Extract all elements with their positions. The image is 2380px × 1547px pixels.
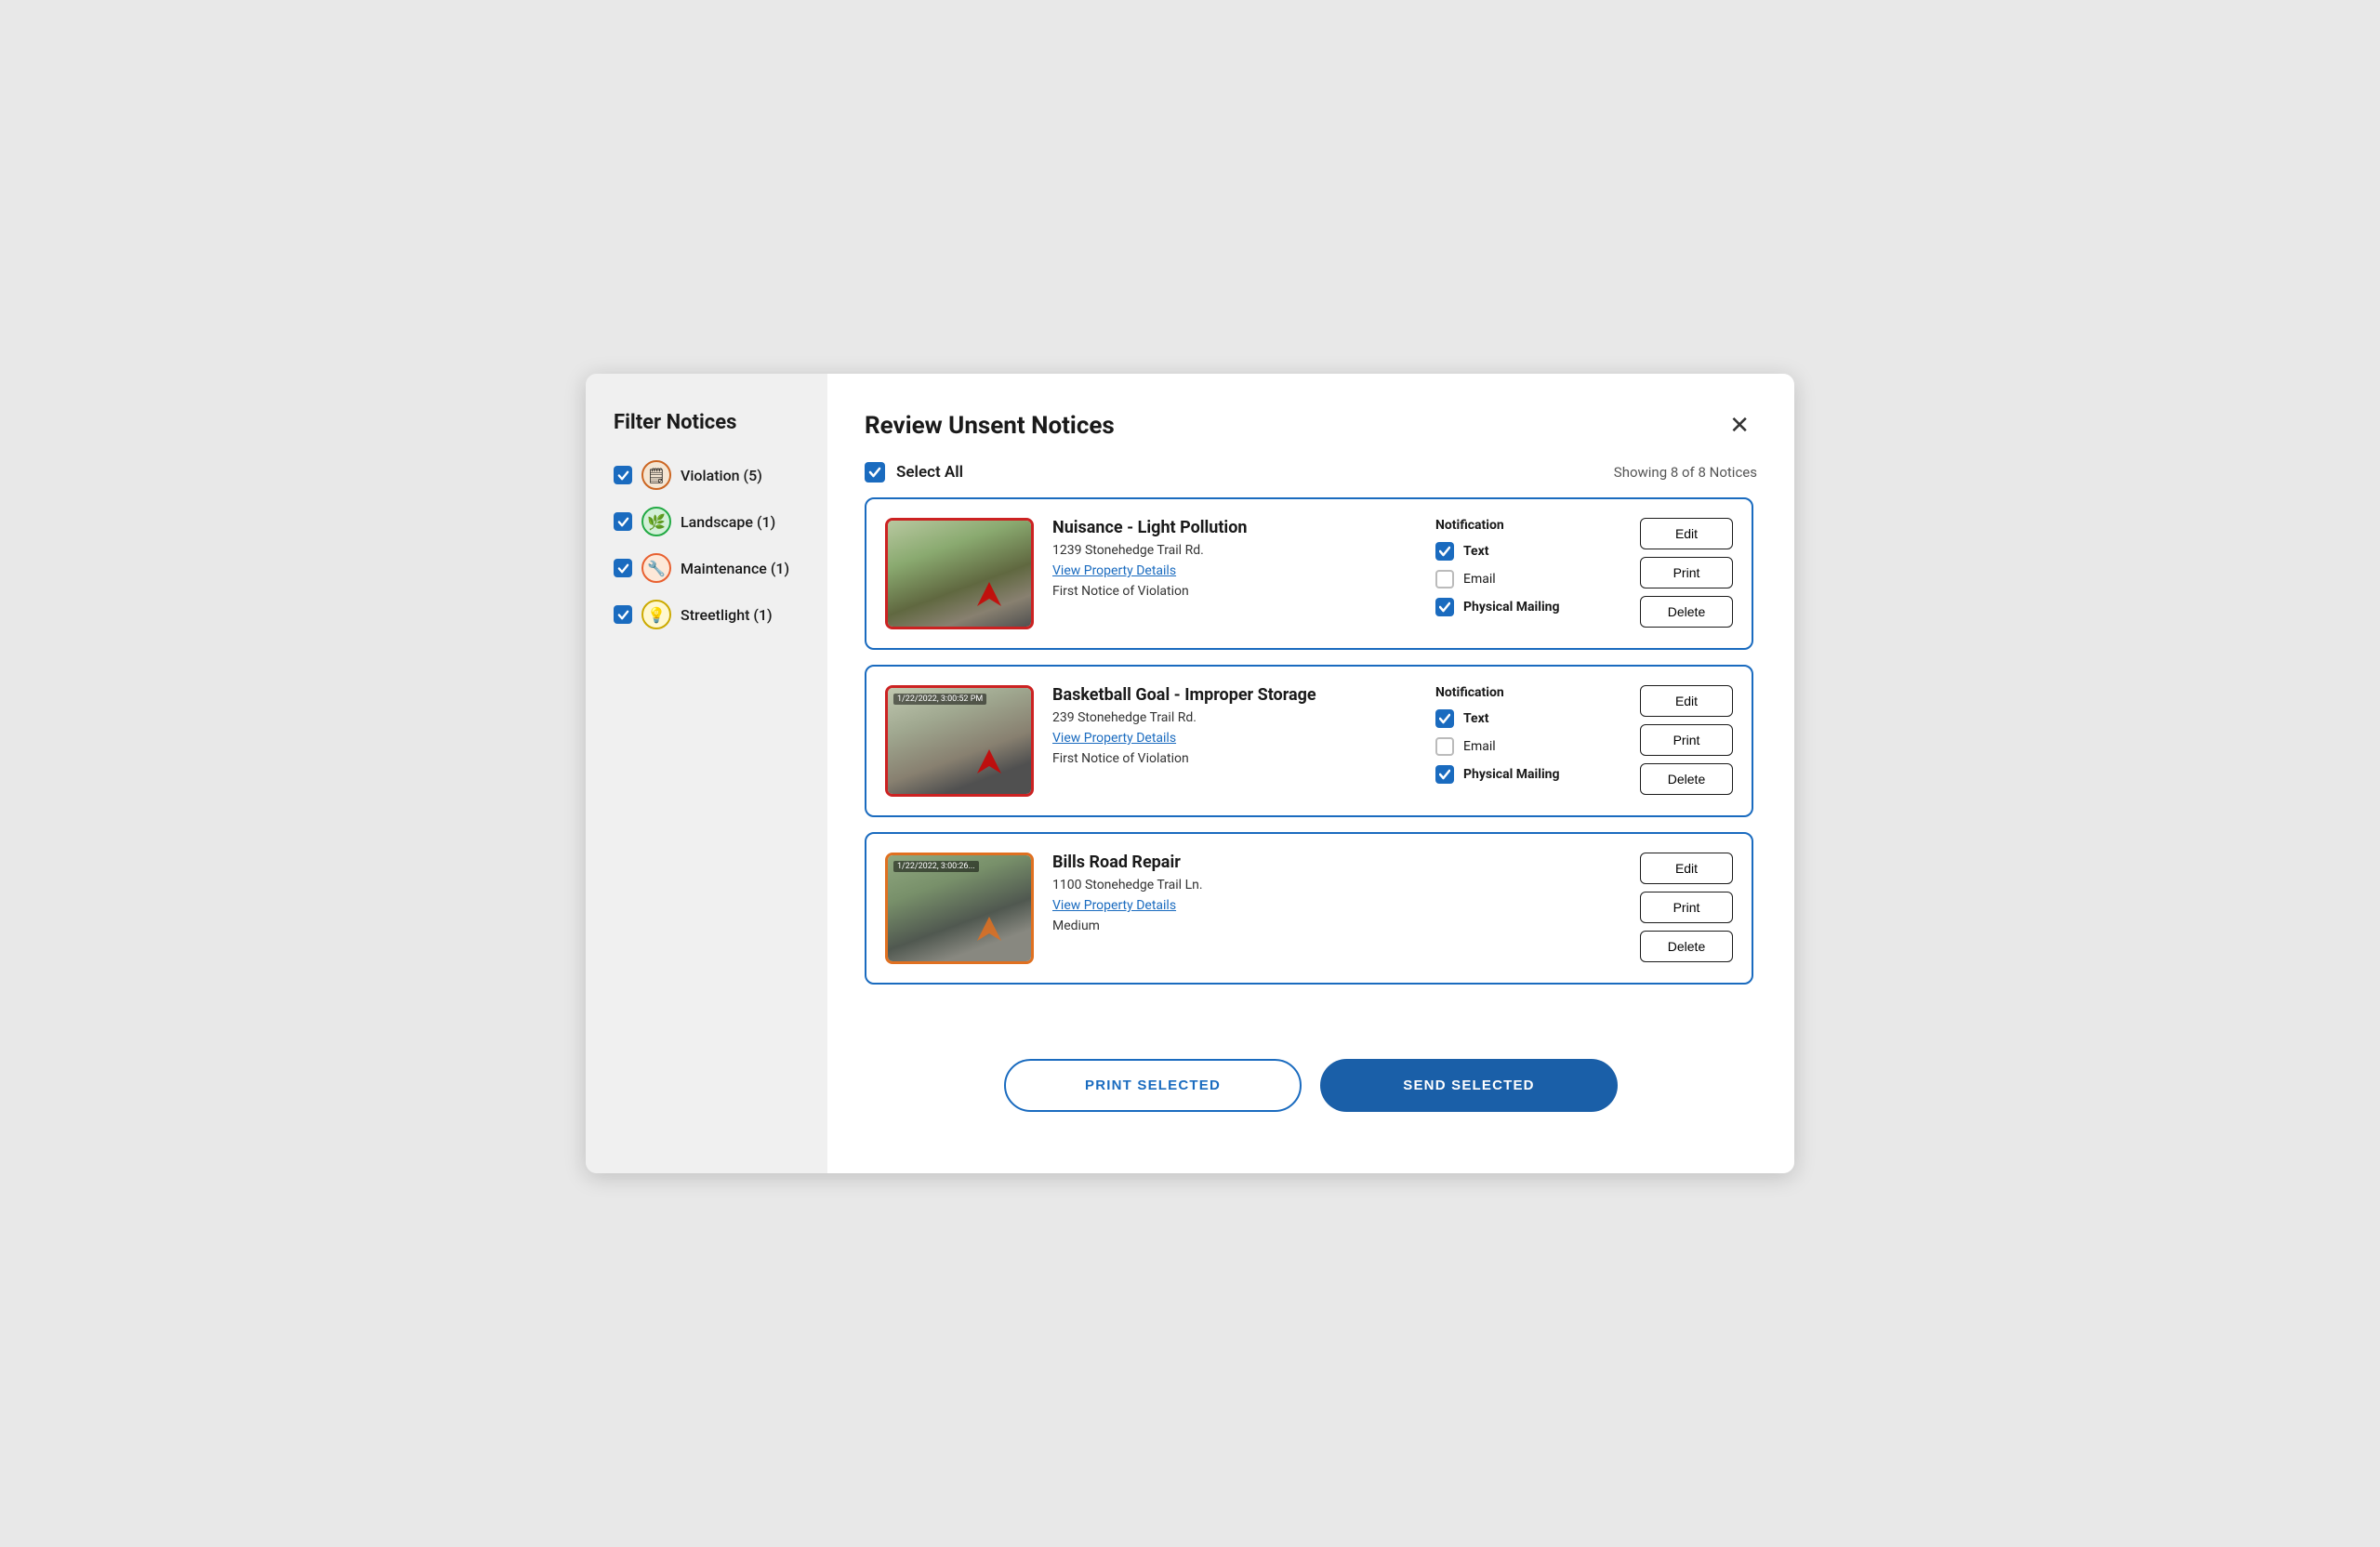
- notif-checkbox-checked-2-0[interactable]: [1435, 709, 1454, 728]
- modal-wrapper: Filter Notices 🗒 Violation (5) 🌿 Landscape …: [586, 374, 1794, 1173]
- filter-checkbox-maintenance[interactable]: [614, 559, 632, 577]
- filter-icon-maintenance: 🔧: [641, 553, 671, 583]
- notice-title-3: Bills Road Repair: [1052, 853, 1417, 872]
- select-all-left: Select All: [865, 462, 963, 483]
- notification-label-1: Notification: [1435, 518, 1621, 533]
- notice-card-2: 1/22/2022, 3:00:52 PM Basketball Goal - I…: [865, 665, 1753, 817]
- notice-arrow-icon-1: [975, 580, 1003, 608]
- filter-label-landscape: Landscape (1): [681, 513, 775, 531]
- notice-property-link-1[interactable]: View Property Details: [1052, 563, 1417, 578]
- notice-image-inner-2: 1/22/2022, 3:00:52 PM: [888, 688, 1031, 794]
- notice-info-1: Nuisance - Light Pollution 1239 Stonehedg…: [1052, 518, 1417, 599]
- notice-card-3: 1/22/2022, 3:00:26... Bills Road Repair 11…: [865, 832, 1753, 985]
- notif-row-1-1: Email: [1435, 570, 1621, 588]
- filter-icon-streetlight: 💡: [641, 600, 671, 629]
- filter-checkbox-violation[interactable]: [614, 466, 632, 484]
- notice-image-1: [885, 518, 1034, 629]
- notice-actions-1: Edit Print Delete: [1640, 518, 1733, 628]
- notice-notification-1: Notification Text Email Physical Mailing: [1435, 518, 1621, 626]
- notice-address-2: 239 Stonehedge Trail Rd.: [1052, 710, 1417, 725]
- notice-delete-button-3[interactable]: Delete: [1640, 931, 1733, 962]
- image-timestamp-2: 1/22/2022, 3:00:52 PM: [893, 694, 986, 705]
- notif-checkbox-checked-1-2[interactable]: [1435, 598, 1454, 616]
- notice-image-inner-1: [888, 521, 1031, 627]
- notice-info-3: Bills Road Repair 1100 Stonehedge Trail L…: [1052, 853, 1417, 933]
- notif-row-1-0: Text: [1435, 542, 1621, 561]
- notice-property-link-2[interactable]: View Property Details: [1052, 731, 1417, 746]
- select-all-checkbox[interactable]: [865, 462, 885, 483]
- notif-row-2-2: Physical Mailing: [1435, 765, 1621, 784]
- image-timestamp-3: 1/22/2022, 3:00:26...: [893, 861, 979, 872]
- notice-image-3: 1/22/2022, 3:00:26...: [885, 853, 1034, 964]
- main-content: Review Unsent Notices ✕ Select All Showi…: [827, 374, 1794, 1173]
- notice-property-link-3[interactable]: View Property Details: [1052, 898, 1417, 913]
- notif-label-2-2: Physical Mailing: [1463, 767, 1560, 782]
- notice-notification-2: Notification Text Email Physical Mailing: [1435, 685, 1621, 793]
- sidebar-filter-maintenance[interactable]: 🔧 Maintenance (1): [614, 553, 800, 583]
- notice-print-button-1[interactable]: Print: [1640, 557, 1733, 588]
- sidebar: Filter Notices 🗒 Violation (5) 🌿 Landscape …: [586, 374, 827, 1173]
- notice-address-3: 1100 Stonehedge Trail Ln.: [1052, 878, 1417, 892]
- sidebar-filter-streetlight[interactable]: 💡 Streetlight (1): [614, 600, 800, 629]
- notice-edit-button-2[interactable]: Edit: [1640, 685, 1733, 717]
- print-selected-button[interactable]: PRINT SELECTED: [1004, 1059, 1302, 1112]
- filter-icon-landscape: 🌿: [641, 507, 671, 536]
- notice-title-2: Basketball Goal - Improper Storage: [1052, 685, 1417, 705]
- main-footer: PRINT SELECTED SEND SELECTED: [865, 1059, 1757, 1112]
- sidebar-filter-violation[interactable]: 🗒 Violation (5): [614, 460, 800, 490]
- notif-checkbox-checked-1-0[interactable]: [1435, 542, 1454, 561]
- notice-title-1: Nuisance - Light Pollution: [1052, 518, 1417, 537]
- close-button[interactable]: ✕: [1722, 407, 1757, 443]
- notice-arrow-icon-3: [975, 915, 1003, 943]
- notif-row-1-2: Physical Mailing: [1435, 598, 1621, 616]
- sidebar-filter-landscape[interactable]: 🌿 Landscape (1): [614, 507, 800, 536]
- notice-address-1: 1239 Stonehedge Trail Rd.: [1052, 543, 1417, 558]
- notif-label-1-2: Physical Mailing: [1463, 600, 1560, 615]
- notice-sub-2: First Notice of Violation: [1052, 751, 1417, 766]
- notification-label-2: Notification: [1435, 685, 1621, 700]
- notif-label-1-0: Text: [1463, 544, 1488, 559]
- sidebar-title: Filter Notices: [614, 411, 800, 434]
- notif-row-2-0: Text: [1435, 709, 1621, 728]
- notice-print-button-2[interactable]: Print: [1640, 724, 1733, 756]
- notice-image-2: 1/22/2022, 3:00:52 PM: [885, 685, 1034, 797]
- filter-label-maintenance: Maintenance (1): [681, 560, 789, 577]
- notice-actions-3: Edit Print Delete: [1640, 853, 1733, 962]
- main-header: Review Unsent Notices ✕: [865, 407, 1757, 443]
- notice-delete-button-2[interactable]: Delete: [1640, 763, 1733, 795]
- filter-label-violation: Violation (5): [681, 467, 762, 484]
- notif-checkbox-empty-1-1[interactable]: [1435, 570, 1454, 588]
- notif-label-1-1: Email: [1463, 572, 1496, 587]
- notif-row-2-1: Email: [1435, 737, 1621, 756]
- notice-sub-1: First Notice of Violation: [1052, 584, 1417, 599]
- filter-icon-violation: 🗒: [641, 460, 671, 490]
- notice-delete-button-1[interactable]: Delete: [1640, 596, 1733, 628]
- notice-sub-3: Medium: [1052, 919, 1417, 933]
- notice-image-inner-3: 1/22/2022, 3:00:26...: [888, 855, 1031, 961]
- notice-card-1: Nuisance - Light Pollution 1239 Stonehedg…: [865, 497, 1753, 650]
- notice-edit-button-1[interactable]: Edit: [1640, 518, 1733, 549]
- filter-checkbox-landscape[interactable]: [614, 512, 632, 531]
- showing-count: Showing 8 of 8 Notices: [1614, 464, 1757, 481]
- notice-arrow-icon-2: [975, 747, 1003, 775]
- select-all-label: Select All: [896, 463, 963, 482]
- notif-checkbox-checked-2-2[interactable]: [1435, 765, 1454, 784]
- filter-list: 🗒 Violation (5) 🌿 Landscape (1) 🔧 Maintenance…: [614, 460, 800, 629]
- notice-actions-2: Edit Print Delete: [1640, 685, 1733, 795]
- notice-print-button-3[interactable]: Print: [1640, 892, 1733, 923]
- notif-label-2-1: Email: [1463, 739, 1496, 754]
- notif-label-2-0: Text: [1463, 711, 1488, 726]
- filter-label-streetlight: Streetlight (1): [681, 606, 773, 624]
- modal-title: Review Unsent Notices: [865, 412, 1115, 440]
- filter-checkbox-streetlight[interactable]: [614, 605, 632, 624]
- send-selected-button[interactable]: SEND SELECTED: [1320, 1059, 1618, 1112]
- notice-edit-button-3[interactable]: Edit: [1640, 853, 1733, 884]
- select-all-bar: Select All Showing 8 of 8 Notices: [865, 462, 1757, 483]
- notice-info-2: Basketball Goal - Improper Storage 239 St…: [1052, 685, 1417, 766]
- notif-checkbox-empty-2-1[interactable]: [1435, 737, 1454, 756]
- notices-list: Nuisance - Light Pollution 1239 Stonehedg…: [865, 497, 1757, 1037]
